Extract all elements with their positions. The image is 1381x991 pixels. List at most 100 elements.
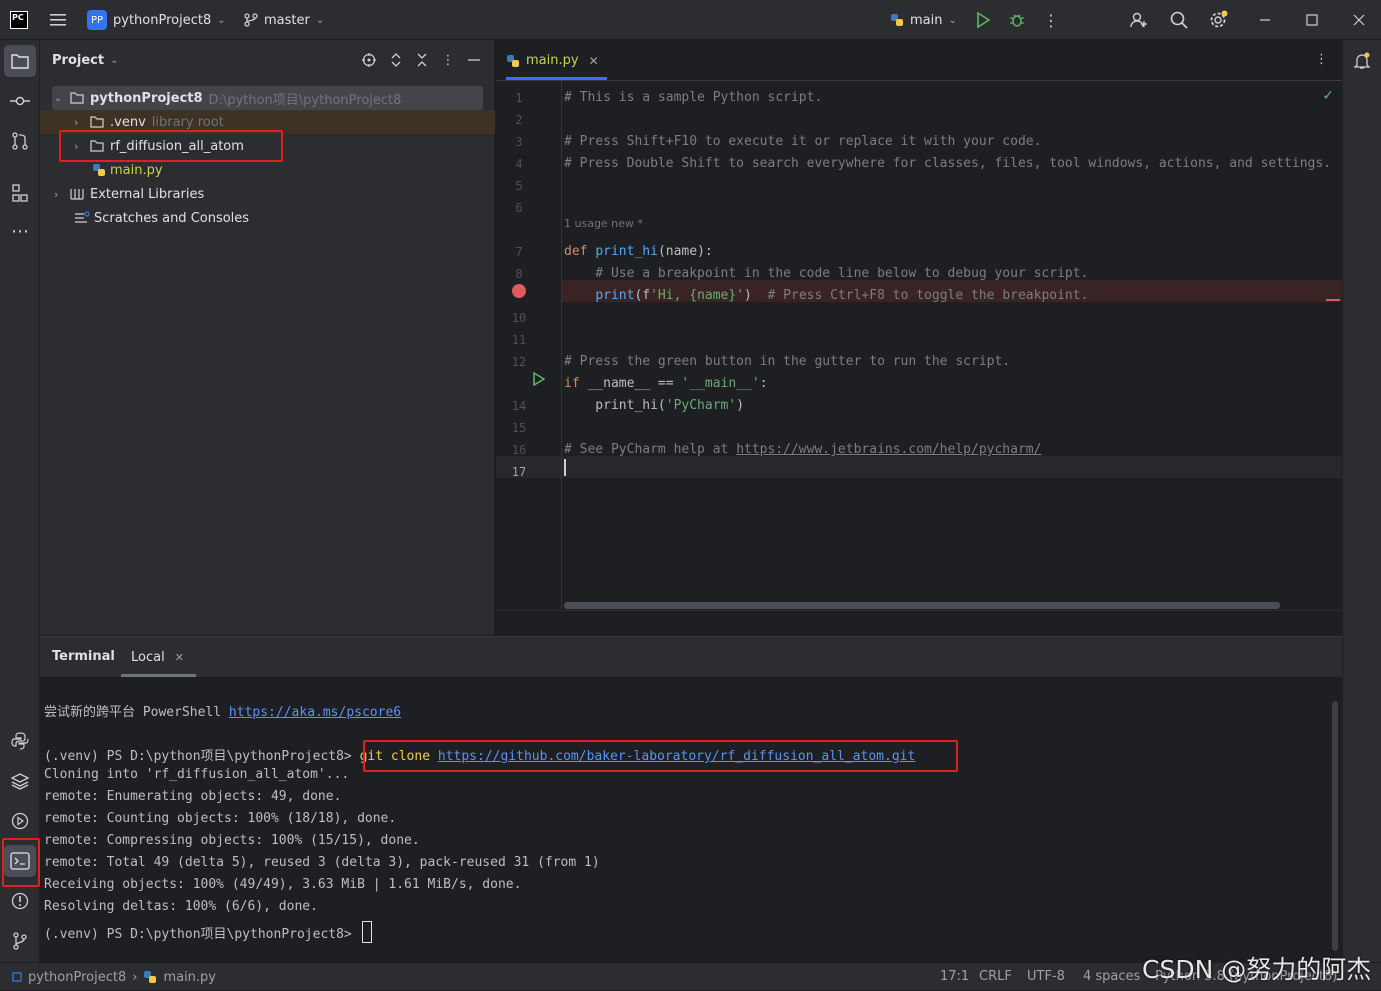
line-number: 3 xyxy=(515,135,523,149)
debug-icon[interactable] xyxy=(1007,0,1027,40)
minimize-window-icon[interactable] xyxy=(1256,0,1274,40)
csdn-watermark: CSDN @努力的阿杰 xyxy=(1142,955,1372,984)
tree-item-label: .venv xyxy=(110,114,146,130)
run-icon[interactable] xyxy=(973,0,993,40)
terminal-scrollbar[interactable] xyxy=(1332,701,1338,951)
run-gutter-icon[interactable] xyxy=(533,371,546,390)
terminal-line: remote: Counting objects: 100% (18/18), … xyxy=(44,811,397,826)
terminal-line[interactable]: (.venv) PS D:\python项目\pythonProject8> xyxy=(44,921,372,943)
branch-selector[interactable]: master ⌄ xyxy=(244,0,324,40)
terminal-header: Terminal Local ✕ xyxy=(40,637,1342,677)
more-actions-icon[interactable]: ⋮ xyxy=(1041,0,1061,40)
active-tab-underline xyxy=(506,77,607,80)
folder-icon xyxy=(11,54,29,69)
pull-request-icon xyxy=(12,132,28,150)
more-tools-icon[interactable]: ⋯ xyxy=(4,215,36,247)
inspection-ok-icon[interactable]: ✓ xyxy=(1322,88,1334,104)
branch-name: master xyxy=(264,12,310,28)
project-panel-title: Project xyxy=(52,53,105,68)
horizontal-scrollbar[interactable] xyxy=(564,602,1280,609)
breakpoint-icon[interactable] xyxy=(512,284,526,298)
line-number: 2 xyxy=(515,113,523,127)
python-packages-tool-button[interactable] xyxy=(4,725,36,757)
tree-root-project[interactable]: ⌄ pythonProject8 D:\python项目\pythonProje… xyxy=(54,86,401,110)
close-tab-icon[interactable]: ✕ xyxy=(589,54,599,68)
breadcrumb-project[interactable]: pythonProject8 xyxy=(28,970,126,985)
caret-position[interactable]: 17:1 xyxy=(940,969,969,984)
pull-requests-tool-button[interactable] xyxy=(4,125,36,157)
line-number: 17 xyxy=(511,465,527,479)
settings-gear-icon[interactable] xyxy=(1207,0,1229,40)
pscore6-link[interactable]: https://aka.ms/pscore6 xyxy=(229,705,401,720)
main-menu-icon[interactable] xyxy=(48,0,68,40)
commit-icon xyxy=(10,96,30,106)
code-line: def print_hi(name): xyxy=(564,244,713,259)
highlight-terminal-button xyxy=(2,838,40,887)
editor-tab-bar: main.py ✕ ⋮ xyxy=(496,40,1342,81)
line-number: 1 xyxy=(515,91,523,105)
services-tool-button[interactable] xyxy=(4,805,36,837)
git-icon xyxy=(13,932,27,950)
problems-tool-button[interactable] xyxy=(4,885,36,917)
terminal-line: 尝试新的跨平台 PowerShell https://aka.ms/pscore… xyxy=(44,705,402,720)
line-number: 15 xyxy=(511,421,527,435)
breadcrumbs: pythonProject8 › main.py xyxy=(12,963,216,991)
app-logo[interactable]: PC xyxy=(10,0,28,40)
file-encoding[interactable]: UTF-8 xyxy=(1027,969,1065,984)
editor-tab-main-py[interactable]: main.py ✕ xyxy=(506,40,607,81)
chevron-down-icon: ⌄ xyxy=(315,14,325,26)
layers-icon xyxy=(11,773,29,790)
tree-item-hint: library root xyxy=(151,114,224,130)
tree-root-name: pythonProject8 xyxy=(90,90,203,106)
project-badge: PP xyxy=(87,10,107,30)
add-user-icon[interactable] xyxy=(1128,0,1150,40)
collapse-all-icon[interactable] xyxy=(414,52,430,68)
code-line: # See PyCharm help at https://www.jetbra… xyxy=(564,442,1042,457)
breakpoint-marker-stripe xyxy=(1326,299,1340,301)
indent-setting[interactable]: 4 spaces xyxy=(1083,969,1140,984)
inlay-usage-hint[interactable]: 1 usage new * xyxy=(564,217,643,230)
python-file-icon xyxy=(507,54,519,67)
chevron-right-icon: › xyxy=(132,969,138,985)
locate-file-icon[interactable] xyxy=(361,52,377,68)
chevron-down-icon: ⌄ xyxy=(54,92,63,104)
project-panel-header[interactable]: Project ⌄ xyxy=(52,40,118,81)
breadcrumb-file[interactable]: main.py xyxy=(163,970,216,985)
expand-all-icon[interactable] xyxy=(388,52,404,68)
highlight-git-clone-command xyxy=(363,740,958,772)
scratches-icon xyxy=(75,211,90,223)
maximize-window-icon[interactable] xyxy=(1303,0,1321,40)
run-config-selector[interactable]: main ⌄ xyxy=(890,0,957,40)
commit-tool-button[interactable] xyxy=(4,85,36,117)
structure-tool-button[interactable] xyxy=(4,177,36,209)
terminal-line: remote: Total 49 (delta 5), reused 3 (de… xyxy=(44,855,600,870)
project-selector[interactable]: PP pythonProject8 ⌄ xyxy=(87,0,226,40)
close-window-icon[interactable] xyxy=(1350,0,1368,40)
line-number: 4 xyxy=(515,157,523,171)
hide-panel-icon[interactable] xyxy=(466,52,482,68)
line-ending[interactable]: CRLF xyxy=(979,969,1012,984)
terminal-line: remote: Compressing objects: 100% (15/15… xyxy=(44,833,420,848)
chevron-down-icon: ⌄ xyxy=(110,55,119,66)
tree-item-main-py[interactable]: main.py xyxy=(92,158,163,182)
options-menu-icon[interactable]: ⋮ xyxy=(440,52,456,68)
layers-tool-button[interactable] xyxy=(4,765,36,797)
project-name: pythonProject8 xyxy=(113,12,212,28)
structure-icon xyxy=(12,184,28,202)
tree-item-scratches[interactable]: Scratches and Consoles xyxy=(74,206,249,230)
search-icon[interactable] xyxy=(1168,0,1190,40)
folder-icon xyxy=(70,92,84,104)
close-tab-icon[interactable]: ✕ xyxy=(175,651,184,664)
tree-item-external-libraries[interactable]: › External Libraries xyxy=(54,182,204,206)
project-tool-button[interactable] xyxy=(4,45,36,77)
line-number: 14 xyxy=(511,399,527,413)
text-cursor xyxy=(564,459,566,476)
terminal-tab-local[interactable]: Local ✕ xyxy=(121,637,194,677)
editor-options-icon[interactable]: ⋮ xyxy=(1315,52,1328,67)
folder-icon xyxy=(90,116,104,128)
git-tool-button[interactable] xyxy=(4,925,36,957)
terminal-line: Resolving deltas: 100% (6/6), done. xyxy=(44,899,318,914)
notifications-tool-button[interactable] xyxy=(1346,45,1378,77)
python-file-icon xyxy=(144,971,157,983)
left-tool-strip: ⋯ xyxy=(0,40,40,962)
